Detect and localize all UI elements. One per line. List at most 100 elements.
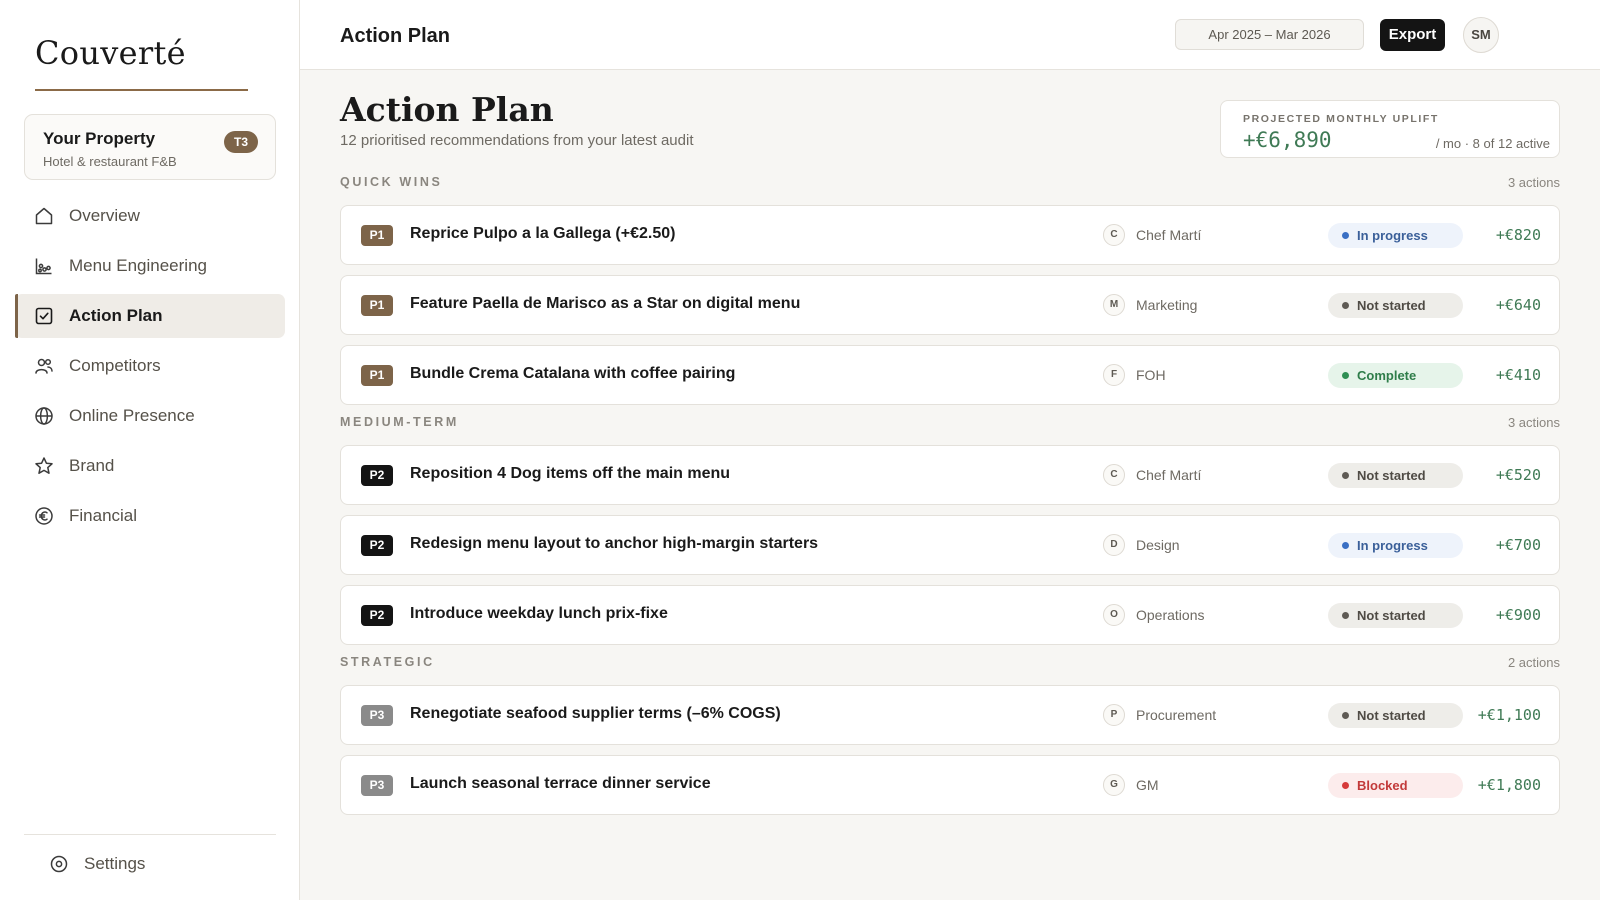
action-row[interactable]: P2 Introduce weekday lunch prix-fixe O O… — [340, 585, 1560, 645]
owner-avatar: M — [1103, 294, 1125, 316]
owner-avatar: F — [1103, 364, 1125, 386]
status-dot — [1342, 612, 1349, 619]
status-label: In progress — [1357, 538, 1428, 553]
header-title: Action Plan — [340, 25, 451, 47]
property-card[interactable]: Your Property Hotel & restaurant F&B T3 — [24, 114, 276, 180]
priority-badge: P1 — [361, 365, 393, 386]
export-button[interactable]: Export — [1380, 19, 1445, 51]
users-icon — [34, 356, 54, 376]
status-badge[interactable]: Not started — [1328, 463, 1463, 488]
sidebar-item-label: Menu Engineering — [69, 256, 207, 275]
status-label: Not started — [1357, 298, 1426, 313]
status-badge[interactable]: In progress — [1328, 533, 1463, 558]
page-subtitle: 12 prioritised recommendations from your… — [340, 132, 694, 149]
sidebar-item-label: Settings — [84, 854, 146, 873]
action-row[interactable]: P1 Bundle Crema Catalana with coffee pai… — [340, 345, 1560, 405]
status-badge[interactable]: Complete — [1328, 363, 1463, 388]
uplift-amount: +€520 — [1495, 466, 1541, 484]
top-bar: Action Plan Apr 2025 – Mar 2026 Export S… — [300, 0, 1600, 70]
uplift-amount: +€1,100 — [1477, 706, 1541, 724]
sidebar: Couverté Your Property Hotel & restauran… — [0, 0, 300, 900]
sidebar-item-settings[interactable]: Settings — [30, 842, 300, 886]
uplift-amount: +€1,800 — [1477, 776, 1541, 794]
uplift-meta: / mo · 8 of 12 active — [1435, 136, 1550, 151]
status-dot — [1342, 302, 1349, 309]
sidebar-item-label: Competitors — [69, 356, 161, 375]
checkbox-icon — [34, 306, 54, 326]
status-dot — [1342, 782, 1349, 789]
section-name: STRATEGIC — [340, 655, 435, 669]
status-label: Not started — [1357, 608, 1426, 623]
action-row[interactable]: P1 Reprice Pulpo a la Gallega (+€2.50) C… — [340, 205, 1560, 265]
section-header-medium-term: MEDIUM-TERM 3 actions — [340, 415, 1560, 431]
star-icon — [34, 456, 54, 476]
status-label: Complete — [1357, 368, 1417, 383]
owner-name: Procurement — [1136, 707, 1217, 723]
action-title: Renegotiate seafood supplier terms (–6% … — [410, 705, 781, 722]
action-title: Reposition 4 Dog items off the main menu — [410, 465, 731, 482]
priority-badge: P2 — [361, 535, 393, 556]
priority-badge: P1 — [361, 225, 393, 246]
owner-avatar: O — [1103, 604, 1125, 626]
brand-logo[interactable]: Couverté — [35, 34, 186, 72]
priority-badge: P2 — [361, 605, 393, 626]
sidebar-item-brand[interactable]: Brand — [15, 444, 285, 488]
sidebar-item-label: Online Presence — [69, 406, 195, 425]
settings-icon — [49, 854, 69, 874]
section-header-strategic: STRATEGIC 2 actions — [340, 655, 1560, 671]
section-count: 3 actions — [1507, 175, 1560, 190]
sidebar-item-label: Brand — [69, 456, 115, 475]
sidebar-item-label: Overview — [69, 206, 140, 225]
action-title: Feature Paella de Marisco as a Star on d… — [410, 295, 801, 312]
logo-divider — [35, 89, 248, 91]
sidebar-item-financial[interactable]: Financial — [15, 494, 285, 538]
sidebar-item-competitors[interactable]: Competitors — [15, 344, 285, 388]
section-name: MEDIUM-TERM — [340, 415, 459, 429]
owner-name: FOH — [1136, 367, 1166, 383]
action-row[interactable]: P1 Feature Paella de Marisco as a Star o… — [340, 275, 1560, 335]
action-row[interactable]: P2 Reposition 4 Dog items off the main m… — [340, 445, 1560, 505]
action-row[interactable]: P3 Renegotiate seafood supplier terms (–… — [340, 685, 1560, 745]
property-subtitle: Hotel & restaurant F&B — [43, 154, 177, 169]
status-dot — [1342, 472, 1349, 479]
uplift-amount: +€700 — [1495, 536, 1541, 554]
status-dot — [1342, 232, 1349, 239]
status-label: In progress — [1357, 228, 1428, 243]
owner-name: Design — [1136, 537, 1180, 553]
owner-name: GM — [1136, 777, 1159, 793]
section-count: 3 actions — [1507, 415, 1560, 430]
sidebar-divider — [24, 834, 276, 835]
status-badge[interactable]: Not started — [1328, 293, 1463, 318]
section-name: QUICK WINS — [340, 175, 443, 189]
action-title: Reprice Pulpo a la Gallega (+€2.50) — [410, 225, 676, 242]
uplift-label: PROJECTED MONTHLY UPLIFT — [1243, 113, 1439, 125]
sidebar-item-action-plan[interactable]: Action Plan — [15, 294, 285, 338]
uplift-amount: +€900 — [1495, 606, 1541, 624]
projected-uplift-card: PROJECTED MONTHLY UPLIFT +€6,890 / mo · … — [1220, 100, 1560, 158]
date-range-picker[interactable]: Apr 2025 – Mar 2026 — [1175, 19, 1364, 50]
sidebar-item-menu-engineering[interactable]: Menu Engineering — [15, 244, 285, 288]
owner-avatar: P — [1103, 704, 1125, 726]
owner-avatar: G — [1103, 774, 1125, 796]
owner-name: Operations — [1136, 607, 1205, 623]
action-row[interactable]: P3 Launch seasonal terrace dinner servic… — [340, 755, 1560, 815]
home-icon — [34, 206, 54, 226]
status-badge[interactable]: Not started — [1328, 603, 1463, 628]
action-title: Launch seasonal terrace dinner service — [410, 775, 711, 792]
status-dot — [1342, 712, 1349, 719]
sidebar-item-online-presence[interactable]: Online Presence — [15, 394, 285, 438]
status-badge[interactable]: In progress — [1328, 223, 1463, 248]
page-title: Action Plan — [340, 90, 554, 129]
status-label: Not started — [1357, 468, 1426, 483]
uplift-amount: +€820 — [1495, 226, 1541, 244]
status-label: Blocked — [1357, 778, 1408, 793]
sidebar-nav: Overview Menu Engineering Action Plan Co… — [0, 194, 300, 544]
status-badge[interactable]: Blocked — [1328, 773, 1463, 798]
avatar[interactable]: SM — [1463, 17, 1499, 53]
action-row[interactable]: P2 Redesign menu layout to anchor high-m… — [340, 515, 1560, 575]
sidebar-item-label: Financial — [69, 506, 138, 525]
status-badge[interactable]: Not started — [1328, 703, 1463, 728]
uplift-amount: +€640 — [1495, 296, 1541, 314]
sidebar-item-overview[interactable]: Overview — [15, 194, 285, 238]
priority-badge: P1 — [361, 295, 393, 316]
